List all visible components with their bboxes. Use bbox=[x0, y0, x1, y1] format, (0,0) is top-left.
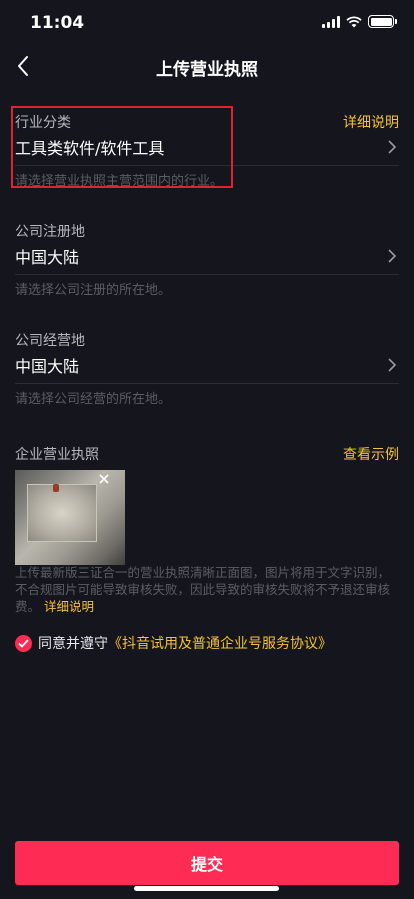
operating-location-label: 公司经营地 bbox=[15, 333, 85, 349]
license-label: 企业营业执照 bbox=[15, 447, 99, 463]
agreement-checkbox[interactable] bbox=[15, 634, 32, 652]
status-icons bbox=[322, 15, 397, 28]
nav-bar: 上传营业执照 bbox=[0, 46, 414, 86]
view-example-link[interactable]: 查看示例 bbox=[343, 444, 399, 464]
check-icon bbox=[18, 638, 29, 648]
registered-location-selector[interactable]: 中国大陆 bbox=[15, 241, 399, 273]
license-description: 上传最新版三证合一的营业执照清晰正面图，图片将用于文字识别，不合规图片可能导致审… bbox=[15, 564, 399, 615]
registered-location-value: 中国大陆 bbox=[15, 248, 80, 267]
divider bbox=[15, 383, 399, 384]
agreement-text: 同意并遵守 bbox=[38, 636, 108, 652]
battery-icon bbox=[368, 15, 397, 28]
page-title: 上传营业执照 bbox=[156, 60, 258, 80]
industry-detail-link[interactable]: 详细说明 bbox=[343, 112, 399, 132]
divider bbox=[15, 274, 399, 275]
registered-location-hint: 请选择公司注册的所在地。 bbox=[15, 283, 172, 298]
license-section: 企业营业执照 查看示例 上传最新版三证合一的营业执照清晰正面图，图片将用于文字识… bbox=[15, 444, 399, 614]
status-bar: 11:04 bbox=[0, 0, 414, 46]
registered-location-section: 公司注册地 中国大陆 请选择公司注册的所在地。 bbox=[15, 221, 399, 298]
license-stamp bbox=[53, 484, 59, 492]
signal-icon bbox=[322, 15, 340, 28]
close-icon[interactable] bbox=[97, 472, 111, 486]
chevron-right-icon bbox=[388, 140, 397, 154]
home-indicator bbox=[134, 886, 279, 891]
status-time: 11:04 bbox=[30, 13, 85, 33]
highlight-box bbox=[11, 106, 233, 188]
agreement-link[interactable]: 《抖音试用及普通企业号服务协议》 bbox=[108, 633, 332, 653]
operating-location-selector[interactable]: 中国大陆 bbox=[15, 350, 399, 382]
operating-location-value: 中国大陆 bbox=[15, 357, 80, 376]
chevron-right-icon bbox=[388, 249, 397, 263]
operating-location-section: 公司经营地 中国大陆 请选择公司经营的所在地。 bbox=[15, 330, 399, 407]
operating-location-hint: 请选择公司经营的所在地。 bbox=[15, 392, 172, 407]
license-detail-link[interactable]: 详细说明 bbox=[44, 599, 94, 614]
agreement-row: 同意并遵守 《抖音试用及普通企业号服务协议》 bbox=[15, 632, 332, 654]
chevron-right-icon bbox=[388, 358, 397, 372]
submit-button[interactable]: 提交 bbox=[15, 841, 399, 885]
wifi-icon bbox=[346, 15, 362, 27]
submit-label: 提交 bbox=[190, 855, 223, 874]
license-image bbox=[27, 484, 97, 542]
registered-location-label: 公司注册地 bbox=[15, 224, 85, 240]
license-image-thumbnail[interactable] bbox=[15, 470, 125, 565]
